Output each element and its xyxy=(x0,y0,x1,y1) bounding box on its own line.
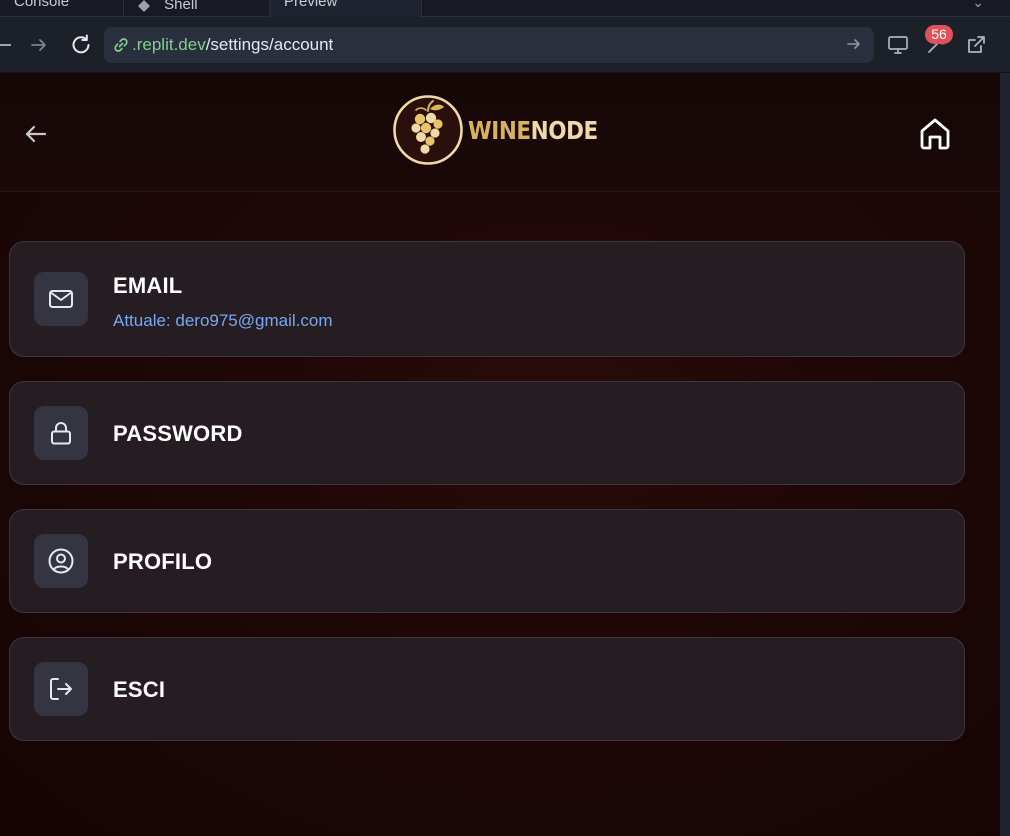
arrow-right-icon xyxy=(31,39,46,51)
email-icon-tile xyxy=(34,272,88,326)
lock-icon xyxy=(51,422,71,445)
url-host: .replit.dev xyxy=(132,35,206,54)
shell-icon xyxy=(138,0,150,12)
screen: Console Shell Preview ⌄ .replit.dev /set… xyxy=(0,0,1010,836)
profile-icon-tile xyxy=(34,534,88,588)
monitor-icon xyxy=(888,36,908,54)
settings-card-profile[interactable]: PROFILO xyxy=(9,509,965,613)
app-header: WINENODE xyxy=(0,73,1000,192)
grapes-logo-icon xyxy=(393,95,463,165)
logout-icon xyxy=(50,678,72,700)
forward-nav-button[interactable] xyxy=(26,17,52,73)
app-viewport: WINENODE EMAIL Attuale: dero975@gmail.co… xyxy=(0,73,1000,836)
reload-button[interactable] xyxy=(67,17,95,73)
home-button[interactable] xyxy=(916,115,954,153)
logout-icon-tile xyxy=(34,662,88,716)
chevron-down-icon[interactable]: ⌄ xyxy=(972,0,984,11)
email-title: EMAIL xyxy=(113,273,183,298)
workspace-tab-bar: Console Shell Preview ⌄ xyxy=(0,0,1010,17)
settings-card-email[interactable]: EMAIL Attuale: dero975@gmail.com xyxy=(9,241,965,357)
url-field[interactable]: .replit.dev /settings/account xyxy=(104,27,874,63)
brand-logo[interactable]: WINENODE xyxy=(392,93,619,167)
reload-icon xyxy=(72,34,90,54)
external-link-icon xyxy=(968,36,985,53)
back-nav-button[interactable] xyxy=(0,17,14,73)
scrollbar-track[interactable] xyxy=(1000,73,1010,836)
password-title: PASSWORD xyxy=(113,421,243,446)
tab-shell-label: Shell xyxy=(164,0,198,13)
logout-title: ESCI xyxy=(113,677,166,702)
profile-title: PROFILO xyxy=(113,549,213,574)
link-icon xyxy=(114,38,128,52)
arrow-left-icon xyxy=(0,44,11,46)
tab-console-label: Console xyxy=(14,0,70,10)
user-circle-icon xyxy=(48,548,74,574)
tab-console[interactable]: Console xyxy=(0,0,124,17)
device-preview-button[interactable] xyxy=(884,17,912,73)
notification-badge: 56 xyxy=(925,25,953,44)
brand-name-wine: WINE xyxy=(468,115,531,145)
tab-preview-label: Preview xyxy=(284,0,338,10)
back-button[interactable] xyxy=(22,120,50,148)
settings-card-password[interactable]: PASSWORD xyxy=(9,381,965,485)
go-arrow-icon[interactable] xyxy=(846,36,862,52)
brand-name: WINENODE xyxy=(468,116,598,145)
tab-preview[interactable]: Preview xyxy=(270,0,422,17)
current-email: Attuale: dero975@gmail.com xyxy=(113,311,333,330)
home-icon xyxy=(920,118,950,150)
brand-name-node: NODE xyxy=(530,115,599,145)
settings-card-logout[interactable]: ESCI xyxy=(9,637,965,741)
password-icon-tile xyxy=(34,406,88,460)
arrow-left-icon xyxy=(25,125,47,143)
url-path: /settings/account xyxy=(205,35,334,54)
tab-shell[interactable]: Shell xyxy=(124,0,270,17)
mail-icon xyxy=(49,290,73,308)
preview-address-bar: .replit.dev /settings/account 56 xyxy=(0,17,1010,73)
open-new-tab-button[interactable] xyxy=(962,17,990,73)
